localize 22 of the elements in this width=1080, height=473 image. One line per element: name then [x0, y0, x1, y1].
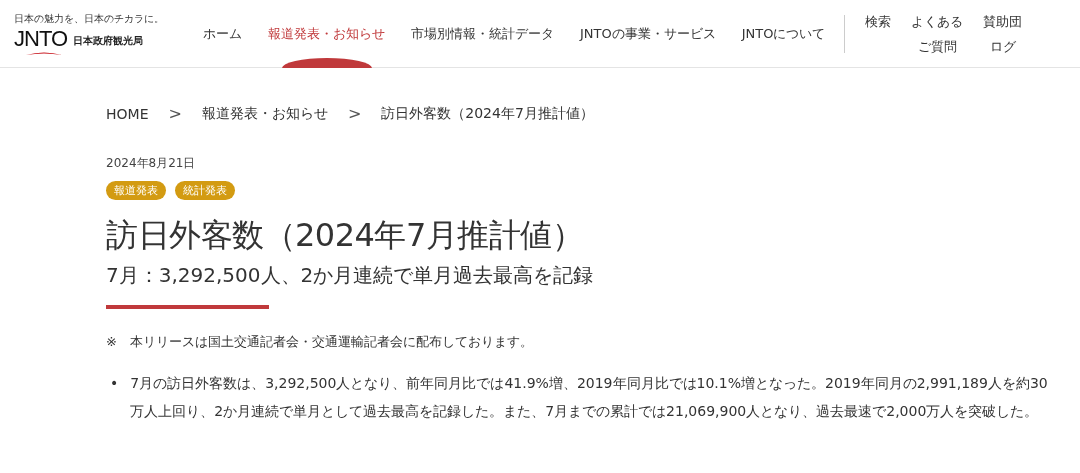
logo[interactable]: JNTO: [14, 25, 68, 56]
logo-tagline: 日本の魅力を、日本のチカラに。: [14, 11, 165, 26]
utility-link[interactable]: 検索: [865, 8, 892, 59]
breadcrumb-current: 訪日外客数（2024年7月推計値）: [381, 104, 594, 123]
breadcrumb-link[interactable]: HOME: [106, 105, 149, 122]
publish-date: 2024年8月21日: [106, 155, 197, 172]
breadcrumb-separator: >: [168, 104, 182, 123]
article-subtitle: 7月：3,292,500人、2か月連続で単月過去最高を記録: [106, 262, 595, 289]
nav-link[interactable]: 報道発表・お知らせ: [255, 0, 398, 67]
breadcrumb-link[interactable]: 報道発表・お知らせ: [201, 104, 328, 123]
bullet-marker: •: [110, 374, 119, 393]
logo-subtitle: 日本政府観光局: [73, 33, 144, 48]
release-note: ※ 本リリースは国土交通記者会・交通運輸記者会に配布しております。: [106, 333, 534, 351]
bullet-paragraph: 7月の訪日外客数は、3,292,500人となり、前年同月比では41.9%増、2019年同月比では10.1%増となった。2019年同月の2,991,189人を約30万人上回り、2か月連続で単月として過去最高を記録した。また、7月までの累計では21,069,900人となり、過去最速で2,000万人を突破した。: [130, 374, 1049, 421]
utility-link[interactable]: よくある ご質問: [911, 8, 964, 59]
nav-link[interactable]: ホーム: [190, 0, 255, 67]
nav-link[interactable]: JNTOについて: [728, 0, 839, 67]
nav-link[interactable]: JNTOの事業・サービス: [567, 0, 729, 67]
nav-link[interactable]: 市場別情報・統計データ: [398, 0, 567, 67]
breadcrumb-separator: >: [347, 104, 362, 123]
utility-link[interactable]: 賛助団 ログ: [983, 8, 1023, 59]
article-title: 訪日外客数（2024年7月推計値）: [106, 215, 585, 256]
